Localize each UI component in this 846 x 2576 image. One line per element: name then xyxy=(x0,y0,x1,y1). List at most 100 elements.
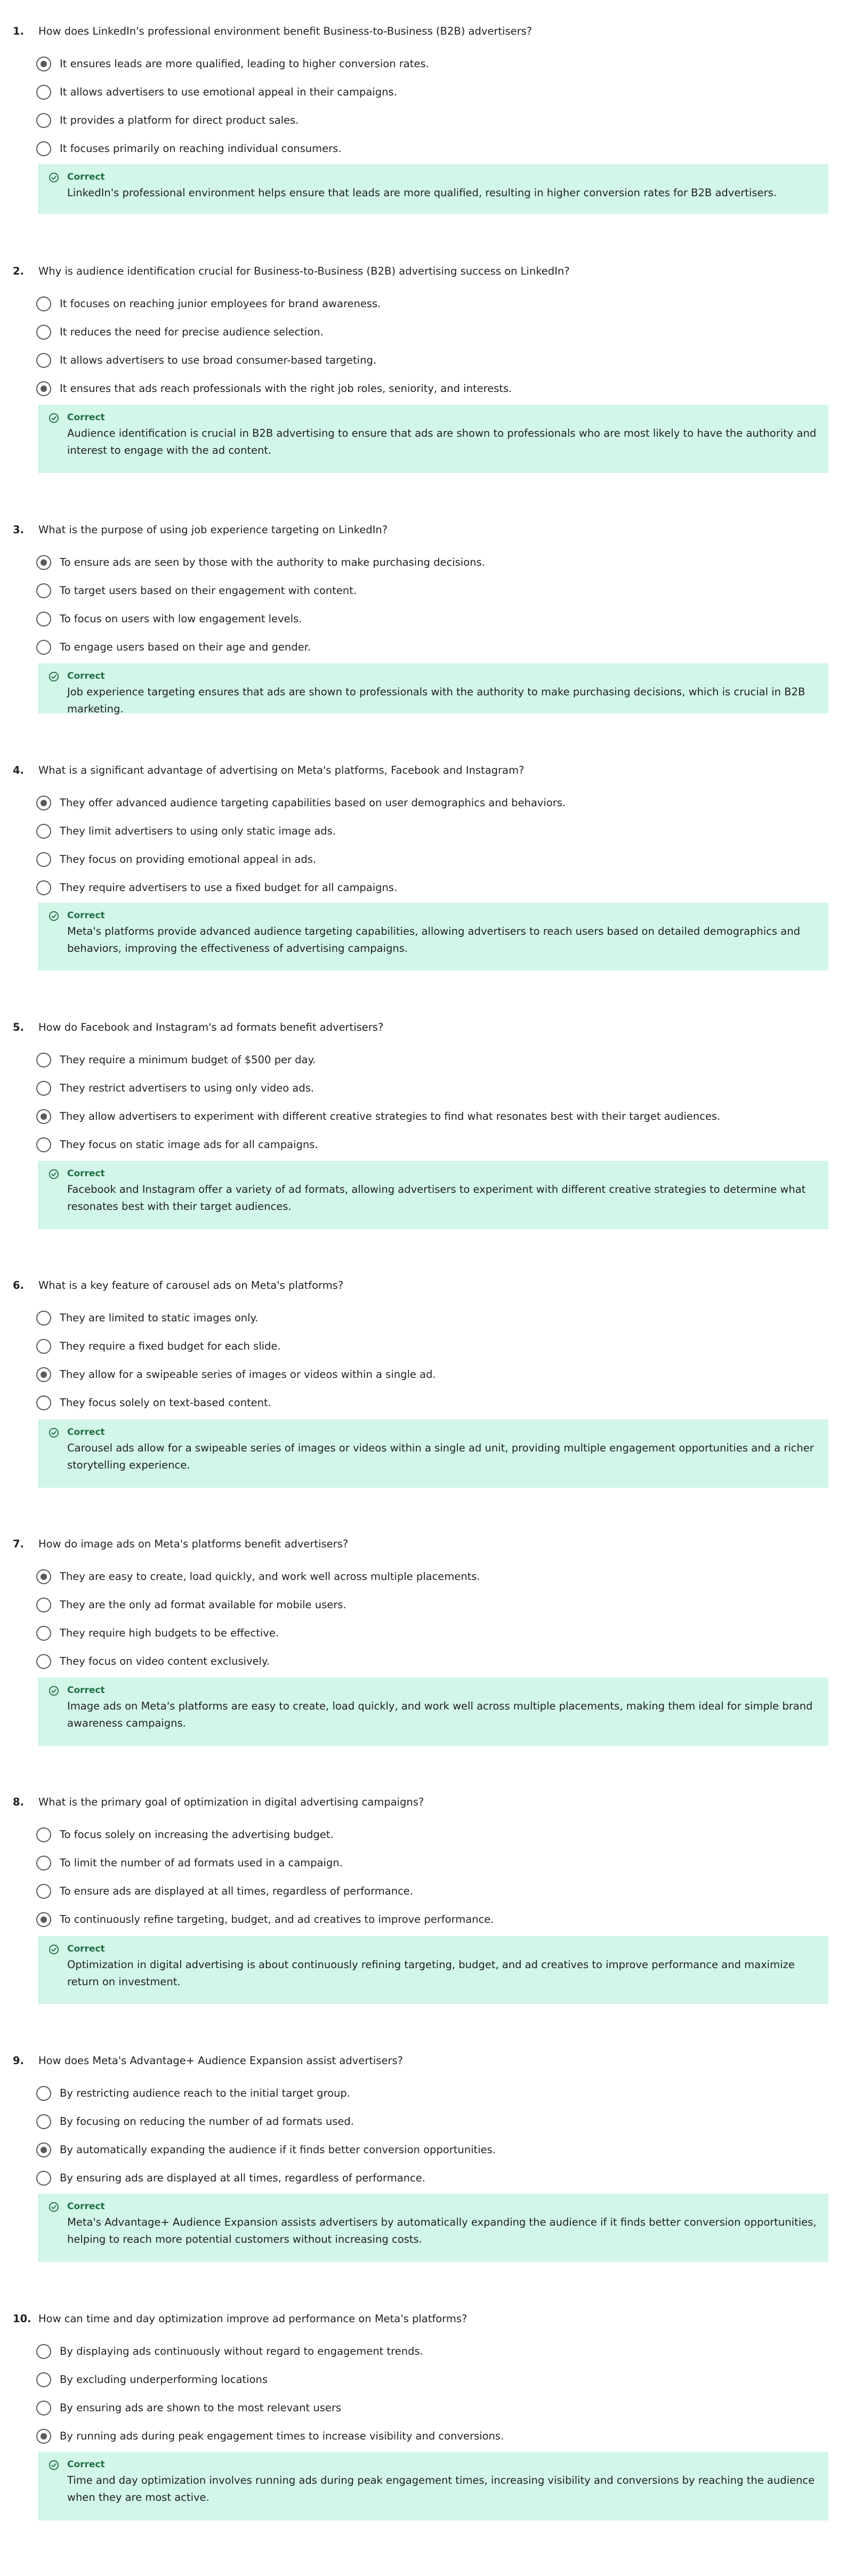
answer-option[interactable]: It allows advertisers to use broad consu… xyxy=(36,352,783,370)
answer-option[interactable]: They require a minimum budget of $500 pe… xyxy=(36,1052,783,1070)
answer-option[interactable]: It ensures leads are more qualified, lea… xyxy=(36,55,783,74)
answer-option[interactable]: To ensure ads are seen by those with the… xyxy=(36,554,783,572)
answer-option[interactable]: It focuses primarily on reaching individ… xyxy=(36,140,783,158)
question-text: What is the primary goal of optimization… xyxy=(38,1796,424,1808)
radio-button[interactable] xyxy=(36,1367,51,1382)
question-header: 2. Why is audience identification crucial… xyxy=(0,263,846,279)
answer-option-label: They focus on providing emotional appeal… xyxy=(60,853,317,865)
answer-option[interactable]: It reduces the need for precise audience… xyxy=(36,324,783,342)
answer-option[interactable]: They offer advanced audience targeting c… xyxy=(36,795,783,813)
answer-option[interactable]: By automatically expanding the audience … xyxy=(36,2141,783,2160)
answer-option[interactable]: They are limited to static images only. xyxy=(36,1310,783,1328)
radio-button[interactable] xyxy=(36,2401,51,2415)
answer-option[interactable]: By displaying ads continuously without r… xyxy=(36,2343,783,2361)
radio-button[interactable] xyxy=(36,1626,51,1641)
answer-option-label: By automatically expanding the audience … xyxy=(60,2144,496,2156)
radio-button[interactable] xyxy=(36,640,51,655)
radio-button[interactable] xyxy=(36,1137,51,1152)
answer-option[interactable]: To engage users based on their age and g… xyxy=(36,639,783,657)
feedback-text: Audience identification is crucial in B2… xyxy=(67,427,817,456)
answer-option[interactable]: It ensures that ads reach professionals … xyxy=(36,380,783,398)
answer-option[interactable]: To continuously refine targeting, budget… xyxy=(36,1911,783,1929)
radio-button[interactable] xyxy=(36,141,51,156)
answer-option[interactable]: They are easy to create, load quickly, a… xyxy=(36,1568,783,1586)
radio-button[interactable] xyxy=(36,57,51,71)
radio-button[interactable] xyxy=(36,2142,51,2157)
radio-button[interactable] xyxy=(36,296,51,311)
check-circle-icon xyxy=(49,671,59,682)
feedback-status: Correct xyxy=(67,1168,105,1179)
radio-button[interactable] xyxy=(36,1856,51,1871)
radio-button[interactable] xyxy=(36,1053,51,1068)
answer-option[interactable]: To ensure ads are displayed at all times… xyxy=(36,1883,783,1901)
radio-button[interactable] xyxy=(36,85,51,100)
answer-option[interactable]: They focus on providing emotional appeal… xyxy=(36,851,783,869)
answer-option[interactable]: By ensuring ads are shown to the most re… xyxy=(36,2400,783,2418)
radio-button[interactable] xyxy=(36,1912,51,1927)
answer-option[interactable]: To focus on users with low engagement le… xyxy=(36,611,783,629)
radio-button[interactable] xyxy=(36,1827,51,1842)
answer-option[interactable]: They focus on video content exclusively. xyxy=(36,1653,783,1671)
radio-button[interactable] xyxy=(36,2171,51,2186)
answer-option[interactable]: They restrict advertisers to using only … xyxy=(36,1080,783,1098)
radio-button[interactable] xyxy=(36,2372,51,2387)
feedback-panel: Correct Time and day optimization involve… xyxy=(38,2452,828,2521)
answer-option[interactable]: By ensuring ads are displayed at all tim… xyxy=(36,2170,783,2188)
answer-option[interactable]: They require a fixed budget for each sli… xyxy=(36,1338,783,1356)
answer-option[interactable]: They limit advertisers to using only sta… xyxy=(36,823,783,841)
radio-button[interactable] xyxy=(36,1339,51,1354)
answer-option[interactable]: By running ads during peak engagement ti… xyxy=(36,2428,783,2446)
radio-button[interactable] xyxy=(36,555,51,570)
answer-option[interactable]: By restricting audience reach to the ini… xyxy=(36,2085,783,2103)
answer-option[interactable]: It provides a platform for direct produc… xyxy=(36,112,783,130)
radio-button[interactable] xyxy=(36,1395,51,1410)
answer-option[interactable]: By focusing on reducing the number of ad… xyxy=(36,2113,783,2131)
answer-option[interactable]: To focus solely on increasing the advert… xyxy=(36,1826,783,1844)
radio-button[interactable] xyxy=(36,2429,51,2444)
radio-button[interactable] xyxy=(36,880,51,895)
answer-option[interactable]: They allow advertisers to experiment wit… xyxy=(36,1108,783,1126)
radio-button[interactable] xyxy=(36,1109,51,1124)
radio-button[interactable] xyxy=(36,113,51,128)
answer-option[interactable]: By excluding underperforming locations xyxy=(36,2371,783,2389)
radio-button[interactable] xyxy=(36,1654,51,1669)
answer-option[interactable]: They focus on static image ads for all c… xyxy=(36,1136,783,1154)
radio-button[interactable] xyxy=(36,1311,51,1326)
feedback-text: LinkedIn's professional environment help… xyxy=(67,187,777,199)
radio-button[interactable] xyxy=(36,1884,51,1899)
answer-option[interactable]: To target users based on their engagemen… xyxy=(36,582,783,600)
radio-button[interactable] xyxy=(36,353,51,368)
radio-button[interactable] xyxy=(36,1569,51,1584)
answer-option-label: By running ads during peak engagement ti… xyxy=(60,2430,504,2442)
radio-button[interactable] xyxy=(36,824,51,839)
radio-button[interactable] xyxy=(36,852,51,867)
radio-button[interactable] xyxy=(36,2114,51,2129)
feedback-panel: Correct Optimization in digital advertisi… xyxy=(38,1936,828,2004)
radio-button[interactable] xyxy=(36,1598,51,1612)
feedback-text: Optimization in digital advertising is a… xyxy=(67,1959,795,1988)
question-header: 8. What is the primary goal of optimizati… xyxy=(0,1794,846,1810)
feedback-text: Carousel ads allow for a swipeable serie… xyxy=(67,1442,814,1471)
radio-button[interactable] xyxy=(36,2344,51,2359)
answer-option[interactable]: It allows advertisers to use emotional a… xyxy=(36,84,783,102)
feedback-panel: Correct Meta's platforms provide advanced… xyxy=(38,903,828,970)
answer-option[interactable]: They require advertisers to use a fixed … xyxy=(36,879,783,897)
radio-button[interactable] xyxy=(36,1081,51,1096)
answer-option[interactable]: They focus solely on text-based content. xyxy=(36,1394,783,1413)
answer-option[interactable]: To limit the number of ad formats used i… xyxy=(36,1855,783,1873)
radio-button[interactable] xyxy=(36,612,51,627)
radio-button[interactable] xyxy=(36,583,51,598)
answer-option-label: It allows advertisers to use broad consu… xyxy=(60,354,377,366)
question-text: What is a key feature of carousel ads on… xyxy=(38,1279,344,1291)
answer-option-label: By displaying ads continuously without r… xyxy=(60,2345,423,2357)
radio-button[interactable] xyxy=(36,381,51,396)
radio-button[interactable] xyxy=(36,325,51,340)
answer-option[interactable]: They are the only ad format available fo… xyxy=(36,1596,783,1615)
answer-option[interactable]: They require high budgets to be effectiv… xyxy=(36,1625,783,1643)
answer-option[interactable]: They allow for a swipeable series of ima… xyxy=(36,1366,783,1384)
feedback-status: Correct xyxy=(67,1944,105,1954)
answer-option[interactable]: It focuses on reaching junior employees … xyxy=(36,295,783,314)
radio-button[interactable] xyxy=(36,2086,51,2101)
feedback-status: Correct xyxy=(67,910,105,921)
radio-button[interactable] xyxy=(36,796,51,810)
